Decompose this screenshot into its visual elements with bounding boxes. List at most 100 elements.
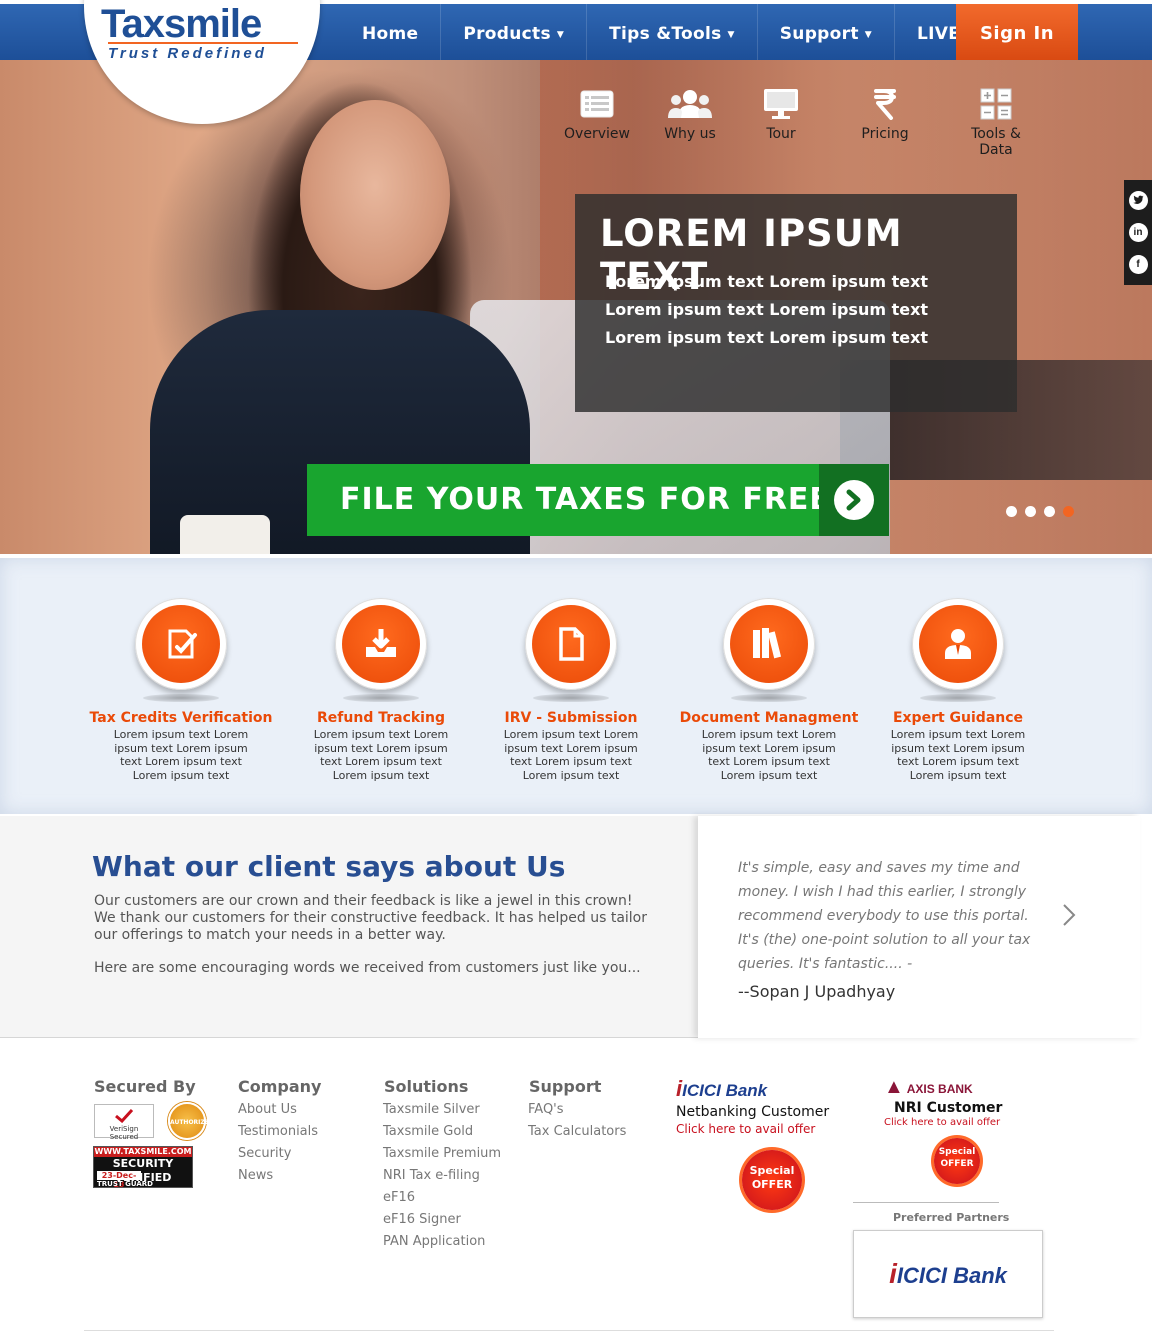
footer-link-ef16[interactable]: eF16 — [383, 1187, 501, 1209]
testimonial-author: --Sopan J Upadhyay — [738, 982, 896, 1001]
feature-irv-submission[interactable]: IRV - Submission Lorem ipsum text Lorem … — [471, 598, 671, 782]
nav-support[interactable]: Support ▼ — [758, 4, 895, 60]
quick-menu-overview-label: Overview — [564, 126, 630, 142]
quick-menu-tour[interactable]: Tour — [746, 86, 816, 158]
carousel-dot-1[interactable] — [1006, 506, 1017, 517]
feature-title: Refund Tracking — [317, 710, 445, 726]
feature-refund-tracking[interactable]: Refund Tracking Lorem ipsum text Lorem i… — [281, 598, 481, 782]
feature-text: Lorem ipsum text Lorem ipsum text Lorem … — [890, 728, 1026, 782]
icici-logo: iICICI Bank — [676, 1076, 846, 1102]
carousel-dot-3[interactable] — [1044, 506, 1055, 517]
footer-link-taxsmile-premium[interactable]: Taxsmile Premium — [383, 1143, 501, 1165]
rupee-icon — [816, 86, 954, 122]
file-icon — [532, 605, 610, 683]
nav-tips-tools[interactable]: Tips &Tools ▼ — [587, 4, 758, 60]
nav-support-label: Support — [779, 24, 859, 44]
quick-menu-tools-data-label: Tools & Data — [971, 126, 1021, 158]
logo[interactable]: Taxsmile — [101, 2, 262, 46]
footer-link-taxsmile-silver[interactable]: Taxsmile Silver — [383, 1099, 501, 1121]
edit-document-icon — [142, 605, 220, 683]
footer-link-tax-calculators[interactable]: Tax Calculators — [528, 1121, 626, 1143]
special-offer-line2: OFFER — [940, 1159, 974, 1169]
file-taxes-free-label: FILE YOUR TAXES FOR FREE — [340, 482, 831, 517]
carousel-dot-4-active[interactable] — [1063, 506, 1074, 517]
footer-link-ef16-signer[interactable]: eF16 Signer — [383, 1209, 501, 1231]
monitor-icon — [746, 86, 816, 122]
verisign-badge[interactable]: VeriSign Secured — [94, 1104, 154, 1141]
logo-tagline: Trust Redefined — [108, 45, 267, 62]
facebook-icon[interactable]: f — [1128, 255, 1148, 275]
feature-title: Expert Guidance — [892, 710, 1024, 726]
axis-nri-offer[interactable]: ▲ AXIS BANK NRI Customer Click here to a… — [884, 1076, 1034, 1206]
preferred-partners-heading: Preferred Partners — [893, 1211, 1010, 1224]
books-icon — [730, 605, 808, 683]
icici-logo: iICICI Bank — [889, 1258, 1007, 1290]
partners-divider — [853, 1202, 999, 1203]
calculator-icon — [954, 86, 1038, 122]
footer-link-pan[interactable]: PAN Application — [383, 1231, 501, 1253]
partner-bank-name: ICICI Bank — [896, 1263, 1007, 1288]
hero-cup — [180, 515, 270, 554]
preferred-partner-icici[interactable]: iICICI Bank — [853, 1230, 1043, 1318]
quick-menu-tools-data[interactable]: Tools & Data — [954, 86, 1038, 158]
footer-link-about-us[interactable]: About Us — [238, 1099, 318, 1121]
footer-divider — [84, 1330, 1054, 1331]
quick-menu-overview[interactable]: Overview — [560, 86, 634, 158]
feature-text: Lorem ipsum text Lorem ipsum text Lorem … — [113, 728, 249, 782]
axis-offer-link[interactable]: Click here to avail offer — [884, 1117, 1034, 1128]
footer-link-testimonials[interactable]: Testimonials — [238, 1121, 318, 1143]
footer-link-taxsmile-gold[interactable]: Taxsmile Gold — [383, 1121, 501, 1143]
checkmark-icon — [115, 1108, 134, 1124]
file-taxes-free-button[interactable]: FILE YOUR TAXES FOR FREE — [307, 464, 889, 536]
caret-down-icon: ▼ — [556, 30, 565, 40]
feature-icon-ring — [723, 598, 815, 690]
nav-products-label: Products — [463, 24, 551, 44]
twitter-icon[interactable] — [1128, 190, 1148, 210]
carousel-dots — [1006, 506, 1074, 517]
hero-text: Lorem ipsum text Lorem ipsum text Lorem … — [605, 272, 929, 347]
feature-title: IRV - Submission — [504, 710, 638, 726]
nav-products[interactable]: Products ▼ — [441, 4, 588, 60]
feature-icon-ring — [525, 598, 617, 690]
footer-link-security[interactable]: Security — [238, 1143, 318, 1165]
verisign-badge-label: VeriSign Secured — [109, 1125, 139, 1141]
support-links: FAQ's Tax Calculators — [528, 1099, 626, 1143]
quick-menu-pricing[interactable]: Pricing — [816, 86, 954, 158]
authorized-badge[interactable]: AUTHORIZED — [168, 1102, 214, 1140]
features-section: Tax Credits Verification Lorem ipsum tex… — [0, 558, 1152, 814]
caret-down-icon: ▼ — [864, 30, 872, 40]
icici-bank-name: ICICI Bank — [682, 1081, 768, 1100]
feature-icon-shadow — [920, 694, 996, 702]
feature-tax-credits[interactable]: Tax Credits Verification Lorem ipsum tex… — [81, 598, 281, 782]
carousel-dot-2[interactable] — [1025, 506, 1036, 517]
footer-link-news[interactable]: News — [238, 1165, 318, 1187]
icici-netbanking-offer[interactable]: iICICI Bank Netbanking Customer Click he… — [676, 1076, 846, 1210]
feature-icon-shadow — [731, 694, 807, 702]
feature-document-management[interactable]: Document Managment Lorem ipsum text Lore… — [669, 598, 869, 782]
feature-icon-shadow — [533, 694, 609, 702]
feature-icon-ring — [135, 598, 227, 690]
quick-menu-why-us[interactable]: Why us — [634, 86, 746, 158]
support-heading: Support — [529, 1077, 602, 1096]
testimonial-title: What our client says about Us — [92, 850, 566, 883]
feature-title: Tax Credits Verification — [89, 710, 273, 726]
footer-link-faqs[interactable]: FAQ's — [528, 1099, 626, 1121]
logo-text-tax: Tax — [101, 2, 165, 46]
hero-woman-face — [300, 100, 450, 290]
icici-offer-link[interactable]: Click here to avail offer — [676, 1122, 846, 1136]
sign-in-button[interactable]: Sign In — [956, 4, 1078, 60]
list-icon — [560, 86, 634, 122]
download-tray-icon — [342, 605, 420, 683]
feature-expert-guidance[interactable]: Expert Guidance Lorem ipsum text Lorem i… — [858, 598, 1058, 782]
linkedin-icon[interactable]: in — [1128, 222, 1148, 242]
footer-link-nri-tax[interactable]: NRI Tax e-filing — [383, 1165, 501, 1187]
feature-icon-shadow — [343, 694, 419, 702]
footer: Secured By VeriSign Secured AUTHORIZED W… — [0, 1040, 1152, 1343]
expert-user-icon — [919, 605, 997, 683]
company-links: About Us Testimonials Security News — [238, 1099, 318, 1187]
nav-home[interactable]: Home — [340, 4, 442, 60]
secured-by-heading: Secured By — [94, 1077, 196, 1096]
chevron-right-icon[interactable] — [1058, 902, 1080, 928]
feature-icon-ring — [912, 598, 1004, 690]
security-verified-badge[interactable]: WWW.TAXSMILE.COM SECURITY VERIFIED 23-De… — [93, 1146, 193, 1189]
